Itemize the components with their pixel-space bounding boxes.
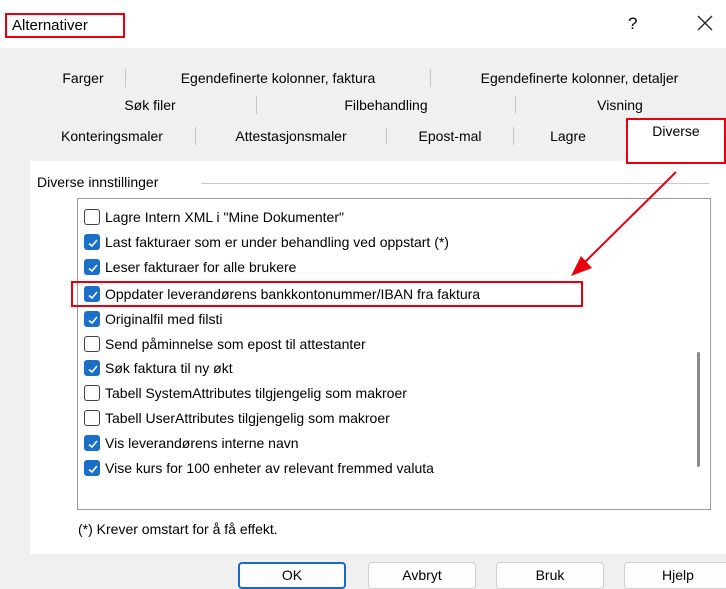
checkbox[interactable]	[84, 385, 100, 401]
checkbox[interactable]	[84, 209, 100, 225]
checkmark-icon	[88, 440, 98, 449]
checkbox[interactable]	[84, 435, 100, 451]
tab-divider	[515, 96, 516, 114]
close-button[interactable]	[690, 8, 720, 38]
checkmark-icon	[88, 465, 98, 474]
help-dialog-button[interactable]: Hjelp	[624, 562, 726, 589]
checkmark-icon	[88, 365, 98, 374]
option-vise-kurs[interactable]: Vise kurs for 100 enheter av relevant fr…	[84, 457, 564, 479]
restart-note: (*) Krever omstart for å få effekt.	[78, 521, 278, 537]
checkmark-icon	[88, 264, 98, 273]
option-tabell-systemattributes[interactable]: Tabell SystemAttributes tilgjengelig som…	[84, 382, 564, 404]
tab-divider	[430, 69, 431, 87]
option-label: Last fakturaer som er under behandling v…	[105, 234, 449, 250]
tab-egendefinerte-faktura[interactable]: Egendefinerte kolonner, faktura	[128, 66, 428, 90]
tab-divider	[256, 96, 257, 114]
option-last-fakturaer[interactable]: Last fakturaer som er under behandling v…	[84, 231, 564, 253]
window-title: Alternativer	[5, 13, 125, 38]
checkbox[interactable]	[84, 410, 100, 426]
checkbox[interactable]	[84, 311, 100, 327]
close-icon	[697, 15, 713, 31]
option-originalfil[interactable]: Originalfil med filsti	[84, 308, 564, 330]
option-label: Lagre Intern XML i "Mine Dokumenter"	[105, 209, 344, 225]
option-label: Vis leverandørens interne navn	[105, 435, 299, 451]
option-label: Tabell SystemAttributes tilgjengelig som…	[105, 385, 407, 401]
tab-divider	[195, 127, 196, 145]
checkbox[interactable]	[84, 259, 100, 275]
tab-visning[interactable]: Visning	[517, 93, 723, 117]
title-bar: Alternativer ?	[0, 0, 726, 48]
apply-button[interactable]: Bruk	[496, 562, 604, 589]
option-label: Send påminnelse som epost til attestante…	[105, 336, 366, 352]
checkbox[interactable]	[84, 460, 100, 476]
option-label: Leser fakturaer for alle brukere	[105, 259, 297, 275]
option-lagre-intern-xml[interactable]: Lagre Intern XML i "Mine Dokumenter"	[84, 206, 564, 228]
option-leser-fakturaer[interactable]: Leser fakturaer for alle brukere	[84, 256, 564, 278]
tab-konteringsmaler[interactable]: Konteringsmaler	[30, 124, 194, 148]
tab-farger[interactable]: Farger	[43, 66, 123, 90]
group-label: Diverse innstillinger	[37, 174, 159, 190]
tab-lagre[interactable]: Lagre	[515, 124, 621, 148]
checkmark-icon	[88, 239, 98, 248]
tab-epost-mal[interactable]: Epost-mal	[388, 124, 512, 148]
option-label: Søk faktura til ny økt	[105, 360, 233, 376]
tab-sok-filer[interactable]: Søk filer	[45, 93, 255, 117]
option-send-paminnelse[interactable]: Send påminnelse som epost til attestante…	[84, 333, 564, 355]
tab-diverse[interactable]: Diverse	[626, 118, 726, 164]
cancel-button[interactable]: Avbryt	[368, 562, 476, 589]
checkbox[interactable]	[84, 234, 100, 250]
ok-button[interactable]: OK	[238, 562, 346, 589]
option-vis-interne-navn[interactable]: Vis leverandørens interne navn	[84, 432, 564, 454]
tab-egendefinerte-detaljer[interactable]: Egendefinerte kolonner, detaljer	[436, 66, 723, 90]
option-label: Vise kurs for 100 enheter av relevant fr…	[105, 460, 434, 476]
option-sok-faktura[interactable]: Søk faktura til ny økt	[84, 357, 564, 379]
annotation-highlight-box	[71, 281, 583, 307]
help-button[interactable]: ?	[628, 14, 637, 34]
checkbox[interactable]	[84, 336, 100, 352]
tab-filbehandling[interactable]: Filbehandling	[258, 93, 514, 117]
tab-attestasjonsmaler[interactable]: Attestasjonsmaler	[197, 124, 385, 148]
tab-divider	[386, 127, 387, 145]
group-divider	[201, 183, 709, 184]
tab-divider	[513, 127, 514, 145]
checkmark-icon	[88, 316, 98, 325]
option-label: Originalfil med filsti	[105, 311, 223, 327]
tab-divider	[125, 69, 126, 87]
option-tabell-userattributes[interactable]: Tabell UserAttributes tilgjengelig som m…	[84, 407, 564, 429]
option-label: Tabell UserAttributes tilgjengelig som m…	[105, 410, 390, 426]
checkbox[interactable]	[84, 360, 100, 376]
list-scrollbar[interactable]	[697, 352, 700, 467]
